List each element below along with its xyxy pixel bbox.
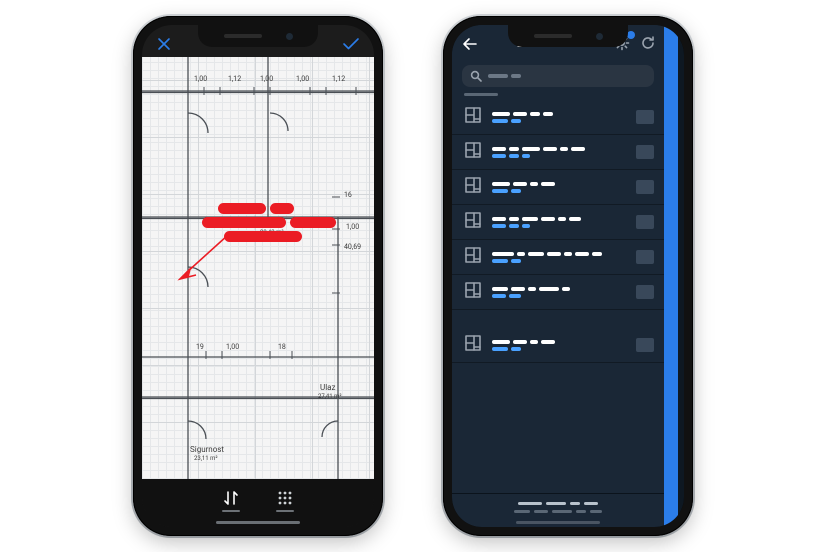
phone-2 [443,16,693,536]
list-item[interactable] [452,240,664,275]
list-item-thumb [636,250,654,264]
notch [508,25,628,47]
drawer-edge[interactable] [664,25,678,527]
list-item[interactable] [452,100,664,135]
settings-badge [627,31,635,39]
search-placeholder [488,74,521,78]
dim-label: 1,12 [332,75,345,83]
annotation-toolbar [142,479,374,527]
dim-label: 40,69 [344,243,361,251]
dim-label: 16 [344,191,352,199]
tool-sort[interactable] [222,489,240,512]
blueprint-canvas[interactable]: 1,00 1,12 1,00 1,00 1,12 16 89,43 m² 40,… [142,57,374,479]
list-item-thumb [636,110,654,124]
list-item-thumb [636,285,654,299]
annotation-stroke[interactable] [270,203,294,214]
notch [198,25,318,47]
annotation-stroke[interactable] [202,217,286,228]
list-item-text [492,252,626,263]
floorplan-icon [464,281,482,303]
home-indicator [216,521,300,524]
section-header [452,91,664,100]
plan-list-panel [452,25,664,527]
back-icon[interactable] [462,36,478,55]
dim-label: 1,00 [226,343,239,351]
list-item[interactable] [452,275,664,310]
list-item-text [492,112,626,123]
phone-1: 1,00 1,12 1,00 1,00 1,12 16 89,43 m² 40,… [133,16,383,536]
list-footer [452,493,664,527]
list-item[interactable] [452,205,664,240]
room-label: Ulaz [320,383,335,392]
room-area: 27,41 m² [318,393,342,400]
list-item-thumb [636,215,654,229]
room-area: 23,11 m² [194,455,218,462]
confirm-icon[interactable] [342,36,360,52]
annotation-stroke[interactable] [290,217,336,228]
dim-label: 1,00 [194,75,207,83]
floorplan-icon [464,176,482,198]
room-label: Sigurnost [190,445,224,454]
floorplan-icon [464,141,482,163]
list-item-text [492,287,626,298]
dim-label: 1,00 [346,223,359,231]
floorplan-icon [464,334,482,356]
list-item-thumb [636,145,654,159]
list-item-thumb [636,338,654,352]
drawer-edge-shadow [678,25,684,527]
list-item[interactable] [452,328,664,363]
close-icon[interactable] [156,36,172,52]
list-item-text [492,217,626,228]
dim-label: 18 [278,343,286,351]
dim-label: 19 [196,343,204,351]
list-item[interactable] [452,170,664,205]
search-icon [470,70,482,82]
list-item-thumb [636,180,654,194]
dim-label: 1,12 [228,75,241,83]
phone-1-screen: 1,00 1,12 1,00 1,00 1,12 16 89,43 m² 40,… [142,25,374,527]
floorplan-icon [464,106,482,128]
search-field[interactable] [462,65,654,87]
floorplan-icon [464,211,482,233]
floorplan-icon [464,246,482,268]
list-item[interactable] [452,135,664,170]
refresh-icon[interactable] [640,35,656,55]
list-item-text [492,147,626,158]
plan-list[interactable] [452,100,664,493]
tool-grid[interactable] [276,489,294,512]
annotation-stroke[interactable] [218,203,266,214]
dim-label: 1,00 [296,75,309,83]
home-indicator [516,521,600,524]
dim-label: 1,00 [260,75,273,83]
phone-2-screen [452,25,684,527]
list-item-text [492,182,626,193]
list-item-text [492,340,626,351]
annotation-arrow[interactable] [176,231,236,283]
